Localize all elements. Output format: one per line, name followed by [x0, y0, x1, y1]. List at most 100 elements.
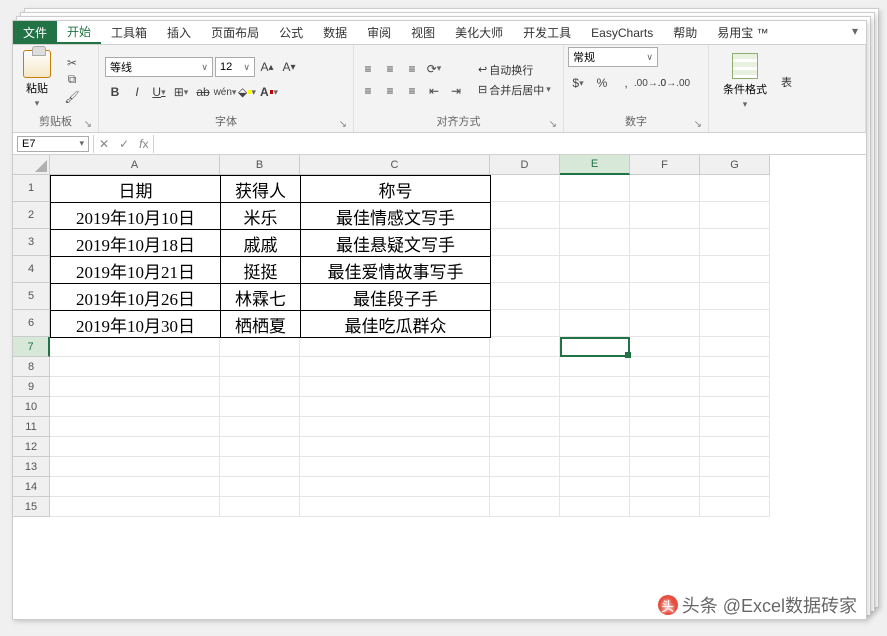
- cell[interactable]: [220, 397, 300, 417]
- cell[interactable]: [630, 457, 700, 477]
- paste-button[interactable]: 粘贴 ▾: [17, 48, 57, 111]
- cell[interactable]: [700, 397, 770, 417]
- decrease-indent-button[interactable]: ⇤: [424, 81, 444, 101]
- cell[interactable]: [300, 377, 490, 397]
- cell[interactable]: [50, 437, 220, 457]
- tab-8[interactable]: 美化大师: [445, 21, 513, 44]
- cell[interactable]: [630, 397, 700, 417]
- cell[interactable]: [50, 357, 220, 377]
- cell[interactable]: [490, 457, 560, 477]
- fx-icon[interactable]: fx: [134, 135, 153, 153]
- row-header[interactable]: 5: [13, 283, 50, 310]
- bold-button[interactable]: B: [105, 82, 125, 102]
- cell[interactable]: [490, 477, 560, 497]
- cell[interactable]: [300, 357, 490, 377]
- cell[interactable]: [700, 377, 770, 397]
- cell[interactable]: [700, 437, 770, 457]
- cell[interactable]: [630, 283, 700, 310]
- cell[interactable]: [220, 497, 300, 517]
- column-header[interactable]: E: [560, 155, 630, 175]
- cell[interactable]: [50, 397, 220, 417]
- table-header-cell[interactable]: 称号: [301, 176, 491, 203]
- table-cell[interactable]: 2019年10月10日: [51, 203, 221, 230]
- table-cell[interactable]: 最佳爱情故事写手: [301, 257, 491, 284]
- dialog-launcher[interactable]: ↘: [549, 119, 557, 130]
- cell[interactable]: [50, 477, 220, 497]
- column-header[interactable]: F: [630, 155, 700, 175]
- cell[interactable]: [700, 283, 770, 310]
- cell[interactable]: [560, 477, 630, 497]
- cell[interactable]: [560, 310, 630, 337]
- dialog-launcher[interactable]: ↘: [84, 119, 92, 130]
- cell[interactable]: [490, 397, 560, 417]
- copy-button[interactable]: ⧉: [63, 73, 81, 87]
- cell[interactable]: [490, 310, 560, 337]
- cell[interactable]: [300, 477, 490, 497]
- name-box[interactable]: E7▾: [17, 136, 89, 152]
- cell[interactable]: [700, 202, 770, 229]
- cell[interactable]: [630, 310, 700, 337]
- tab-2[interactable]: 插入: [157, 21, 201, 44]
- cut-button[interactable]: ✂: [63, 56, 81, 70]
- accounting-format-button[interactable]: $▾: [568, 73, 588, 93]
- phonetic-button[interactable]: wén▾: [215, 82, 235, 102]
- cell[interactable]: [700, 497, 770, 517]
- cell[interactable]: [560, 283, 630, 310]
- cell[interactable]: [300, 337, 490, 357]
- table-cell[interactable]: 最佳段子手: [301, 284, 491, 311]
- tab-12[interactable]: 易用宝 ™: [707, 21, 778, 44]
- cell[interactable]: [490, 437, 560, 457]
- column-header[interactable]: B: [220, 155, 300, 175]
- cell[interactable]: [700, 175, 770, 202]
- tab-0[interactable]: 开始: [57, 21, 101, 44]
- align-right-button[interactable]: ≡: [402, 81, 422, 101]
- table-cell[interactable]: 2019年10月30日: [51, 311, 221, 338]
- percent-format-button[interactable]: %: [592, 73, 612, 93]
- table-cell[interactable]: 2019年10月26日: [51, 284, 221, 311]
- cell[interactable]: [560, 229, 630, 256]
- decrease-font-button[interactable]: A▾: [279, 57, 299, 77]
- tab-5[interactable]: 数据: [313, 21, 357, 44]
- align-left-button[interactable]: ≡: [358, 81, 378, 101]
- worksheet-grid[interactable]: ABCDEFG 123456789101112131415 日期获得人称号201…: [13, 155, 866, 617]
- cell[interactable]: [560, 256, 630, 283]
- increase-font-button[interactable]: A▴: [257, 57, 277, 77]
- row-header[interactable]: 2: [13, 202, 50, 229]
- cell[interactable]: [630, 357, 700, 377]
- conditional-format-button[interactable]: 条件格式▾: [717, 51, 773, 112]
- format-painter-button[interactable]: 🖌: [63, 90, 81, 104]
- cell[interactable]: [560, 175, 630, 202]
- row-header[interactable]: 10: [13, 397, 50, 417]
- row-header[interactable]: 12: [13, 437, 50, 457]
- font-size-combo[interactable]: 12∨: [215, 57, 255, 77]
- formula-input[interactable]: [154, 136, 866, 152]
- cell[interactable]: [490, 417, 560, 437]
- row-header[interactable]: 4: [13, 256, 50, 283]
- cell[interactable]: [700, 417, 770, 437]
- fill-color-button[interactable]: ⬙▾: [237, 82, 257, 102]
- cell[interactable]: [560, 337, 630, 357]
- dialog-launcher[interactable]: ↘: [339, 119, 347, 130]
- cell[interactable]: [490, 337, 560, 357]
- cell[interactable]: [630, 256, 700, 283]
- row-header[interactable]: 13: [13, 457, 50, 477]
- cell[interactable]: [50, 457, 220, 477]
- cell[interactable]: [300, 457, 490, 477]
- number-format-combo[interactable]: 常规∨: [568, 47, 658, 67]
- cell[interactable]: [490, 283, 560, 310]
- cell[interactable]: [700, 256, 770, 283]
- cell[interactable]: [220, 357, 300, 377]
- select-all-button[interactable]: [13, 155, 50, 175]
- cancel-icon[interactable]: ✕: [94, 135, 114, 153]
- wrap-text-button[interactable]: ↩ 自动换行: [474, 61, 555, 79]
- row-header[interactable]: 7: [13, 337, 50, 357]
- row-header[interactable]: 11: [13, 417, 50, 437]
- cell[interactable]: [220, 477, 300, 497]
- tab-11[interactable]: 帮助: [663, 21, 707, 44]
- cell[interactable]: [300, 437, 490, 457]
- decrease-decimal-button[interactable]: .0→.00: [664, 73, 684, 93]
- table-cell[interactable]: 最佳吃瓜群众: [301, 311, 491, 338]
- italic-button[interactable]: I: [127, 82, 147, 102]
- cell[interactable]: [560, 437, 630, 457]
- cell[interactable]: [560, 397, 630, 417]
